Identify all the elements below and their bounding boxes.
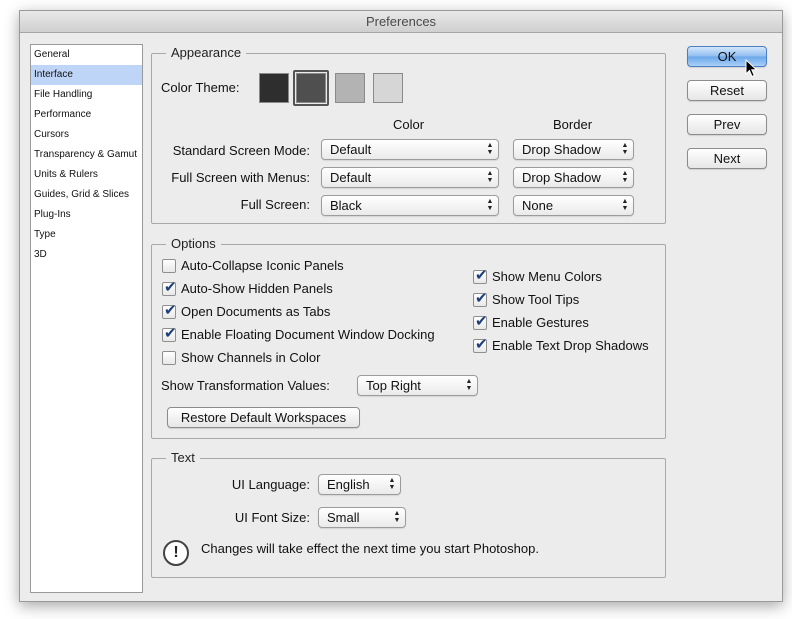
sidebar-item-file-handling[interactable]: File Handling: [31, 85, 142, 105]
option-label: Show Menu Colors: [492, 269, 602, 284]
theme-swatch-3[interactable]: [335, 73, 365, 103]
option-label: Show Channels in Color: [181, 350, 321, 365]
sidebar-item-cursors[interactable]: Cursors: [31, 125, 142, 145]
transform-values-label: Show Transformation Values:: [161, 378, 330, 393]
reset-button[interactable]: Reset: [687, 80, 767, 101]
transform-values-select[interactable]: Top Right ▲ ▼: [357, 375, 478, 396]
prev-button[interactable]: Prev: [687, 114, 767, 135]
checkbox[interactable]: ✔: [162, 279, 177, 296]
ui-font-size-value: Small: [327, 510, 360, 525]
theme-swatch-2[interactable]: [296, 73, 326, 103]
sidebar: General Interface File Handling Performance…: [30, 44, 143, 593]
checkmark-icon: ✔: [475, 336, 488, 353]
option-label: Open Documents as Tabs: [181, 304, 331, 319]
theme-swatch-4[interactable]: [373, 73, 403, 103]
sidebar-item-transparency-gamut[interactable]: Transparency & Gamut: [31, 145, 142, 165]
option-label: Show Tool Tips: [492, 292, 580, 307]
up-down-arrows-icon: ▲ ▼: [465, 378, 473, 392]
full-screen-border-value: None: [522, 198, 554, 213]
restore-default-workspaces-button[interactable]: Restore Default Workspaces: [167, 407, 360, 428]
appearance-group: Appearance Color Theme: Color Border Sta…: [151, 45, 666, 224]
up-down-arrows-icon: ▲ ▼: [621, 170, 629, 184]
option-label: Enable Text Drop Shadows: [492, 338, 649, 353]
checkmark-icon: ✔: [475, 313, 488, 330]
option-label: Auto-Show Hidden Panels: [181, 281, 333, 296]
up-down-arrows-icon: ▲ ▼: [486, 198, 494, 212]
sidebar-item-units-rulers[interactable]: Units & Rulers: [31, 165, 142, 185]
text-group: Text UI Language: English ▲ ▼ UI Font Siz…: [151, 450, 666, 578]
color-column-header: Color: [393, 117, 425, 132]
sidebar-item-guides-grid-slices[interactable]: Guides, Grid & Slices: [31, 185, 142, 205]
up-down-arrows-icon: ▲ ▼: [621, 198, 629, 212]
text-legend: Text: [166, 450, 200, 466]
ui-language-label: UI Language:: [231, 477, 310, 492]
option-label: Auto-Collapse Iconic Panels: [181, 258, 344, 273]
checkbox[interactable]: ✔: [473, 313, 488, 330]
window-title: Preferences: [20, 11, 782, 33]
option-label: Enable Gestures: [492, 315, 589, 330]
checkmark-icon: ✔: [475, 267, 488, 284]
preferences-window: Preferences General Interface File Handlin…: [19, 10, 783, 602]
checkbox[interactable]: ✔: [162, 302, 177, 319]
full-screen-label: Full Screen:: [240, 197, 310, 212]
checkbox[interactable]: ✔: [473, 290, 488, 307]
options-legend: Options: [166, 236, 221, 252]
up-down-arrows-icon: ▲ ▼: [486, 142, 494, 156]
border-column-header: Border: [553, 117, 593, 132]
sidebar-item-interface[interactable]: Interface: [31, 65, 142, 85]
sidebar-item-performance[interactable]: Performance: [31, 105, 142, 125]
standard-screen-color-value: Default: [330, 142, 372, 157]
up-down-arrows-icon: ▲ ▼: [486, 170, 494, 184]
standard-screen-border-value: Drop Shadow: [522, 142, 601, 157]
checkbox[interactable]: ✔: [473, 267, 488, 284]
up-down-arrows-icon: ▲ ▼: [393, 510, 401, 524]
ui-language-value: English: [327, 477, 370, 492]
full-screen-color-value: Black: [330, 198, 362, 213]
appearance-legend: Appearance: [166, 45, 247, 61]
checkbox[interactable]: ✔: [162, 325, 177, 342]
standard-screen-mode-label: Standard Screen Mode:: [172, 143, 310, 158]
checkmark-icon: ✔: [164, 279, 177, 296]
standard-screen-color-select[interactable]: Default ▲ ▼: [321, 139, 499, 160]
ui-language-select[interactable]: English ▲ ▼: [318, 474, 401, 495]
checkbox[interactable]: [162, 259, 176, 273]
standard-screen-border-select[interactable]: Drop Shadow ▲ ▼: [513, 139, 634, 160]
full-screen-border-select[interactable]: None ▲ ▼: [513, 195, 634, 216]
theme-swatch-1[interactable]: [259, 73, 289, 103]
full-screen-menus-border-select[interactable]: Drop Shadow ▲ ▼: [513, 167, 634, 188]
up-down-arrows-icon: ▲ ▼: [388, 477, 396, 491]
restart-notice: Changes will take effect the next time y…: [201, 541, 539, 556]
up-down-arrows-icon: ▲ ▼: [621, 142, 629, 156]
full-screen-menus-color-select[interactable]: Default ▲ ▼: [321, 167, 499, 188]
sidebar-item-3d[interactable]: 3D: [31, 245, 142, 265]
ui-font-size-label: UI Font Size:: [234, 510, 310, 525]
sidebar-item-type[interactable]: Type: [31, 225, 142, 245]
checkmark-icon: ✔: [475, 290, 488, 307]
sidebar-item-plug-ins[interactable]: Plug-Ins: [31, 205, 142, 225]
mouse-pointer-icon: [745, 59, 758, 78]
transform-values-value: Top Right: [366, 378, 421, 393]
checkmark-icon: ✔: [164, 302, 177, 319]
alert-icon: !: [163, 540, 189, 566]
checkbox[interactable]: [162, 351, 176, 365]
ui-font-size-select[interactable]: Small ▲ ▼: [318, 507, 406, 528]
options-group: Options Auto-Collapse Iconic Panels ✔ Auto…: [151, 236, 666, 439]
sidebar-item-general[interactable]: General: [31, 45, 142, 65]
full-screen-color-select[interactable]: Black ▲ ▼: [321, 195, 499, 216]
option-label: Enable Floating Document Window Docking: [181, 327, 435, 342]
full-screen-menus-color-value: Default: [330, 170, 372, 185]
checkmark-icon: ✔: [164, 325, 177, 342]
full-screen-menus-border-value: Drop Shadow: [522, 170, 601, 185]
next-button[interactable]: Next: [687, 148, 767, 169]
checkbox[interactable]: ✔: [473, 336, 488, 353]
color-theme-label: Color Theme:: [161, 80, 240, 95]
full-screen-menus-label: Full Screen with Menus:: [171, 170, 310, 185]
